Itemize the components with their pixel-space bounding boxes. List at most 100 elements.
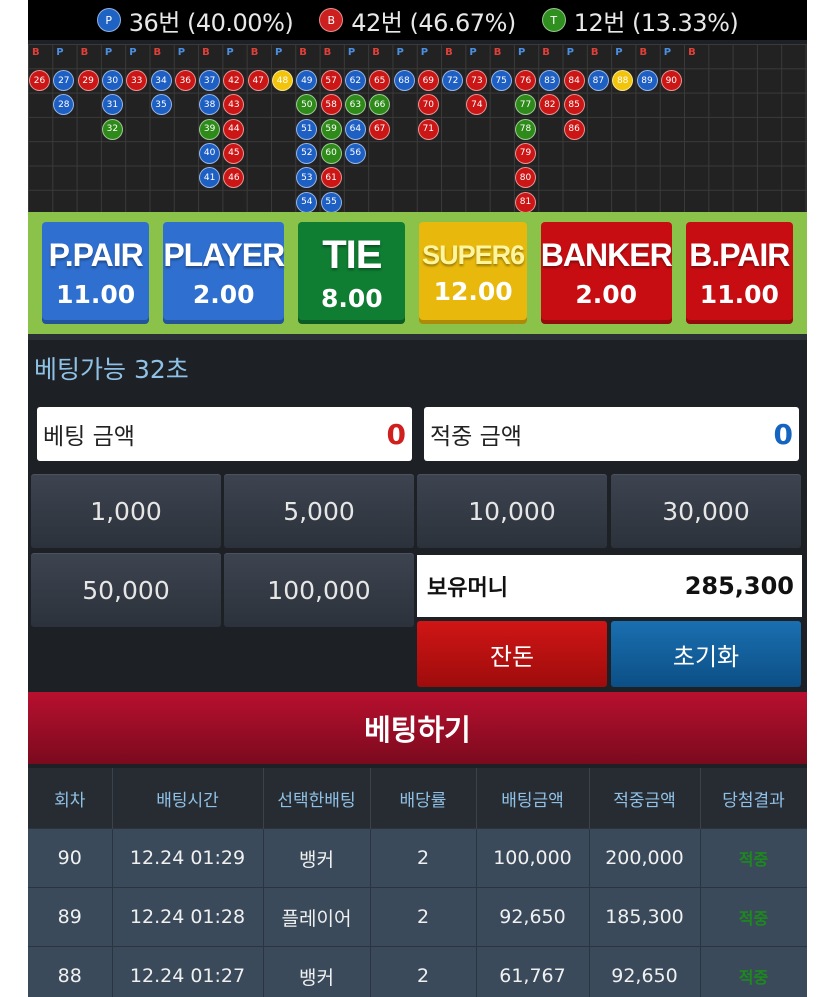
road-letter: B: [32, 47, 40, 58]
selection-cell: 플레이어: [263, 887, 371, 947]
road-bead: 90: [660, 70, 682, 91]
table-row: 88 12.24 01:27 뱅커 2 61,767 92,650 적중: [28, 946, 807, 997]
road-bead: 47: [247, 70, 269, 91]
col-selection: 선택한배팅: [263, 768, 371, 829]
road-bead: 61: [320, 167, 342, 189]
balance-label: 보유머니: [427, 576, 508, 601]
bet-amount-field: 베팅 금액 0: [37, 407, 412, 461]
road-bead: 73: [466, 70, 488, 91]
round-cell: 90: [28, 828, 113, 888]
road-bead: 83: [539, 70, 561, 91]
road-letter: B: [153, 47, 162, 58]
road-letter: B: [202, 47, 210, 58]
col-round: 회차: [28, 768, 113, 829]
table-row: 90 12.24 01:29 뱅커 2 100,000 200,000 적중: [28, 828, 807, 888]
road-bead: 68: [393, 70, 415, 91]
road-bead: 53: [296, 167, 318, 189]
super6-bet-button[interactable]: SUPER6 12.00: [419, 222, 527, 324]
road-bead: 57: [320, 70, 342, 91]
bet-amount-cell: 92,650: [476, 887, 590, 947]
road-bead: 74: [466, 94, 488, 116]
tie-bet-button[interactable]: TIE 8.00: [298, 222, 406, 324]
road-bead: 41: [199, 167, 221, 189]
road-letter: P: [226, 47, 234, 58]
road-bead: 40: [199, 142, 221, 164]
chip-50000-button[interactable]: 50,000: [31, 553, 221, 627]
b-pair-bet-button[interactable]: B.PAIR 11.00: [685, 222, 793, 324]
road-bead: 76: [515, 70, 536, 91]
road-bead: 77: [515, 94, 536, 116]
chip-5000-button[interactable]: 5,000: [224, 474, 414, 548]
banker-stat: B 42번 (46.67%): [319, 3, 516, 38]
road-bead: 87: [587, 70, 609, 91]
history-header-row: 회차 배팅시간 선택한배팅 배당률 배팅금액 적중금액 당첨결과: [28, 768, 807, 829]
road-bead: 35: [150, 94, 172, 116]
place-bet-button[interactable]: 베팅하기: [28, 692, 807, 764]
col-win-amount: 적중금액: [589, 768, 701, 829]
road-bead: 63: [344, 94, 366, 116]
road-letter: B: [688, 47, 696, 58]
chip-100000-button[interactable]: 100,000: [224, 553, 414, 627]
table-row: 89 12.24 01:28 플레이어 2 92,650 185,300 적중: [28, 887, 807, 947]
road-letter: B: [590, 47, 599, 58]
road-bead: 46: [223, 167, 245, 189]
chip-30000-button[interactable]: 30,000: [611, 474, 801, 548]
road-letter: P: [615, 47, 623, 58]
road-letter: P: [420, 47, 429, 58]
road-bead: 51: [296, 118, 318, 140]
baccarat-app: P 36번 (40.00%) B 42번 (46.67%) T 12번 (13.…: [28, 0, 807, 997]
bet-name: BANKER: [540, 237, 673, 273]
bet-name: SUPER6: [422, 240, 525, 270]
road-bead: 43: [223, 94, 245, 116]
chip-1000-button[interactable]: 1,000: [31, 474, 221, 548]
road-bead: 38: [199, 94, 221, 116]
road-bead: 37: [199, 70, 221, 91]
win-amount-value: 0: [773, 417, 793, 451]
road-bead: 69: [417, 70, 439, 91]
road-bead: 81: [515, 191, 536, 213]
road-bead: 31: [101, 94, 123, 116]
road-letter: B: [372, 47, 380, 58]
change-button[interactable]: 잔돈: [417, 621, 607, 687]
panel-divider: [28, 334, 807, 340]
road-bead: 49: [296, 70, 318, 91]
road-bead: 89: [636, 70, 658, 91]
road-letter: B: [250, 47, 259, 58]
road-bead: 50: [296, 94, 318, 116]
road-bead: 62: [344, 70, 366, 91]
col-odds: 배당률: [370, 768, 477, 829]
banker-bet-button[interactable]: BANKER 2.00: [540, 222, 673, 324]
time-cell: 12.24 01:29: [112, 828, 264, 888]
result-cell: 적중: [700, 946, 807, 997]
banker-stat-text: 42번 (46.67%): [351, 8, 516, 37]
reset-button[interactable]: 초기화: [611, 621, 801, 687]
road-bead: 65: [369, 70, 391, 91]
bet-history-table: 회차 배팅시간 선택한배팅 배당률 배팅금액 적중금액 당첨결과 90 12.2…: [28, 768, 807, 997]
chip-10000-button[interactable]: 10,000: [417, 474, 607, 548]
road-letter: B: [542, 47, 550, 58]
road-bead: 82: [539, 94, 561, 116]
selection-cell: 뱅커: [263, 946, 371, 997]
road-bead: 78: [515, 118, 536, 140]
road-bead: 39: [199, 118, 221, 140]
bet-amount-label: 베팅 금액: [43, 424, 135, 450]
road-bead: 75: [490, 70, 512, 91]
road-header-letters: BPBPPBPBPBPBBPBPPBPBPBPBPBPB: [28, 44, 807, 64]
balance-value: 285,300: [684, 572, 794, 600]
road-bead: 64: [344, 118, 366, 140]
road-letter: B: [299, 47, 307, 58]
round-cell: 88: [28, 946, 113, 997]
road-bead: 60: [320, 142, 342, 164]
road-bead: 67: [369, 118, 391, 140]
player-bet-button[interactable]: PLAYER 2.00: [163, 222, 285, 324]
col-bet-amount: 배팅금액: [476, 768, 590, 829]
tie-stat-text: 12번 (13.33%): [573, 8, 739, 37]
road-bead: 80: [515, 167, 536, 189]
bet-name: TIE: [322, 233, 382, 277]
bet-odds: 2.00: [192, 280, 255, 309]
result-cell: 적중: [700, 828, 807, 888]
road-letter: P: [104, 47, 113, 58]
road-bead: 45: [223, 142, 245, 164]
p-pair-bet-button[interactable]: P.PAIR 11.00: [42, 222, 150, 324]
result-stats-bar: P 36번 (40.00%) B 42번 (46.67%) T 12번 (13.…: [28, 0, 807, 40]
